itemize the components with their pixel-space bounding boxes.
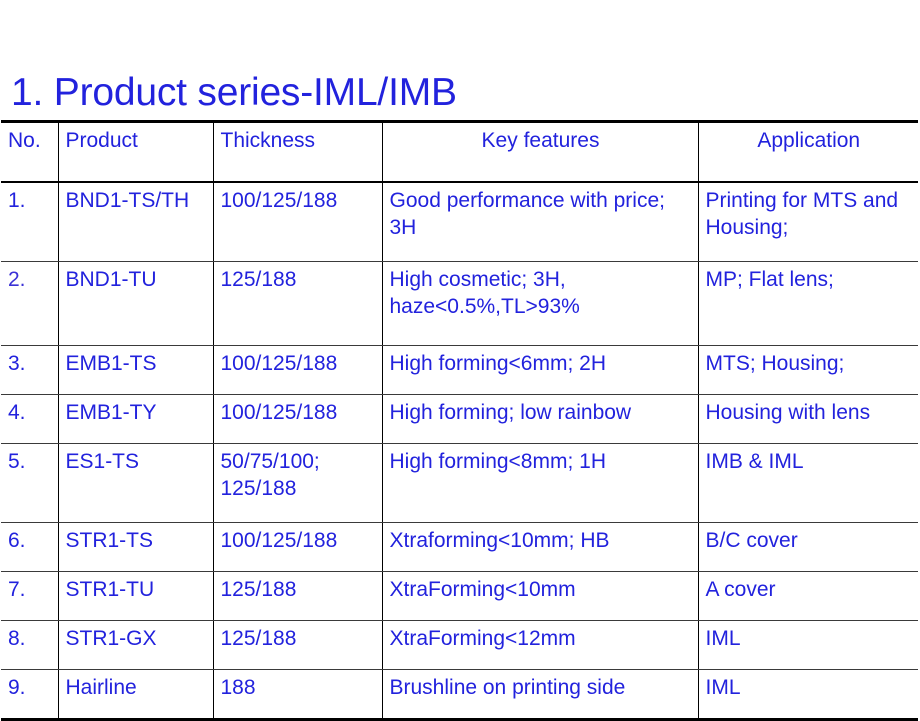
table-row: 5. ES1-TS 50/75/100; 125/188 High formin… bbox=[1, 443, 918, 523]
cell-product: Hairline bbox=[58, 669, 214, 720]
table-row: 9. Hairline 188 Brushline on printing si… bbox=[1, 669, 918, 720]
cell-key-features: Brushline on printing side bbox=[382, 669, 699, 720]
cell-product: STR1-TU bbox=[58, 571, 214, 621]
row-number: 2. bbox=[1, 261, 59, 346]
cell-application: IML bbox=[698, 620, 918, 670]
row-number: 3. bbox=[1, 345, 59, 395]
table-row: 4. EMB1-TY 100/125/188 High forming; low… bbox=[1, 394, 918, 444]
cell-application: IML bbox=[698, 669, 918, 720]
row-number: 8. bbox=[1, 620, 59, 670]
cell-application: MTS; Housing; bbox=[698, 345, 918, 395]
table-header: No. Product Thickness Key features Appli… bbox=[1, 121, 918, 183]
table-row: 3. EMB1-TS 100/125/188 High forming<6mm;… bbox=[1, 345, 918, 395]
page-title: 1. Product series-IML/IMB bbox=[11, 71, 457, 114]
cell-thickness: 100/125/188 bbox=[213, 182, 383, 262]
cell-thickness: 125/188 bbox=[213, 620, 383, 670]
cell-application: IMB & IML bbox=[698, 443, 918, 523]
slide-canvas: 1. Product series-IML/IMB No. Product Th… bbox=[0, 0, 920, 721]
cell-application: Housing with lens bbox=[698, 394, 918, 444]
table-header-row: No. Product Thickness Key features Appli… bbox=[1, 121, 918, 183]
cell-product: EMB1-TY bbox=[58, 394, 214, 444]
cell-key-features: High cosmetic; 3H, haze<0.5%,TL>93% bbox=[382, 261, 699, 346]
table-row: 8. STR1-GX 125/188 XtraForming<12mm IML bbox=[1, 620, 918, 670]
table-row: 7. STR1-TU 125/188 XtraForming<10mm A co… bbox=[1, 571, 918, 621]
table-row: 2. BND1-TU 125/188 High cosmetic; 3H, ha… bbox=[1, 261, 918, 346]
cell-product: ES1-TS bbox=[58, 443, 214, 523]
cell-product: STR1-TS bbox=[58, 522, 214, 572]
row-number: 6. bbox=[1, 522, 59, 572]
row-number: 9. bbox=[1, 669, 59, 720]
column-header-product: Product bbox=[58, 121, 214, 183]
column-header-thickness: Thickness bbox=[213, 121, 383, 183]
cell-key-features: Good performance with price; 3H bbox=[382, 182, 699, 262]
product-table-container: No. Product Thickness Key features Appli… bbox=[1, 120, 918, 721]
cell-key-features: High forming<8mm; 1H bbox=[382, 443, 699, 523]
cell-thickness: 125/188 bbox=[213, 571, 383, 621]
cell-product: BND1-TU bbox=[58, 261, 214, 346]
column-header-key-features: Key features bbox=[382, 121, 699, 183]
cell-product: STR1-GX bbox=[58, 620, 214, 670]
table-row: 6. STR1-TS 100/125/188 Xtraforming<10mm;… bbox=[1, 522, 918, 572]
cell-key-features: Xtraforming<10mm; HB bbox=[382, 522, 699, 572]
cell-application: Printing for MTS and Housing; bbox=[698, 182, 918, 262]
cell-key-features: High forming<6mm; 2H bbox=[382, 345, 699, 395]
cell-application: A cover bbox=[698, 571, 918, 621]
cell-thickness: 100/125/188 bbox=[213, 394, 383, 444]
row-number: 4. bbox=[1, 394, 59, 444]
cell-thickness: 125/188 bbox=[213, 261, 383, 346]
cell-thickness: 100/125/188 bbox=[213, 522, 383, 572]
cell-thickness: 100/125/188 bbox=[213, 345, 383, 395]
cell-product: BND1-TS/TH bbox=[58, 182, 214, 262]
row-number: 7. bbox=[1, 571, 59, 621]
table-row: 1. BND1-TS/TH 100/125/188 Good performan… bbox=[1, 182, 918, 262]
column-header-no: No. bbox=[1, 121, 59, 183]
row-number: 5. bbox=[1, 443, 59, 523]
cell-thickness: 50/75/100; 125/188 bbox=[213, 443, 383, 523]
cell-application: B/C cover bbox=[698, 522, 918, 572]
row-number: 1. bbox=[1, 182, 59, 262]
cell-product: EMB1-TS bbox=[58, 345, 214, 395]
cell-key-features: High forming; low rainbow bbox=[382, 394, 699, 444]
cell-application: MP; Flat lens; bbox=[698, 261, 918, 346]
column-header-application: Application bbox=[698, 121, 918, 183]
product-series-table: No. Product Thickness Key features Appli… bbox=[1, 120, 918, 721]
table-body: 1. BND1-TS/TH 100/125/188 Good performan… bbox=[1, 182, 918, 720]
cell-thickness: 188 bbox=[213, 669, 383, 720]
cell-key-features: XtraForming<10mm bbox=[382, 571, 699, 621]
cell-key-features: XtraForming<12mm bbox=[382, 620, 699, 670]
